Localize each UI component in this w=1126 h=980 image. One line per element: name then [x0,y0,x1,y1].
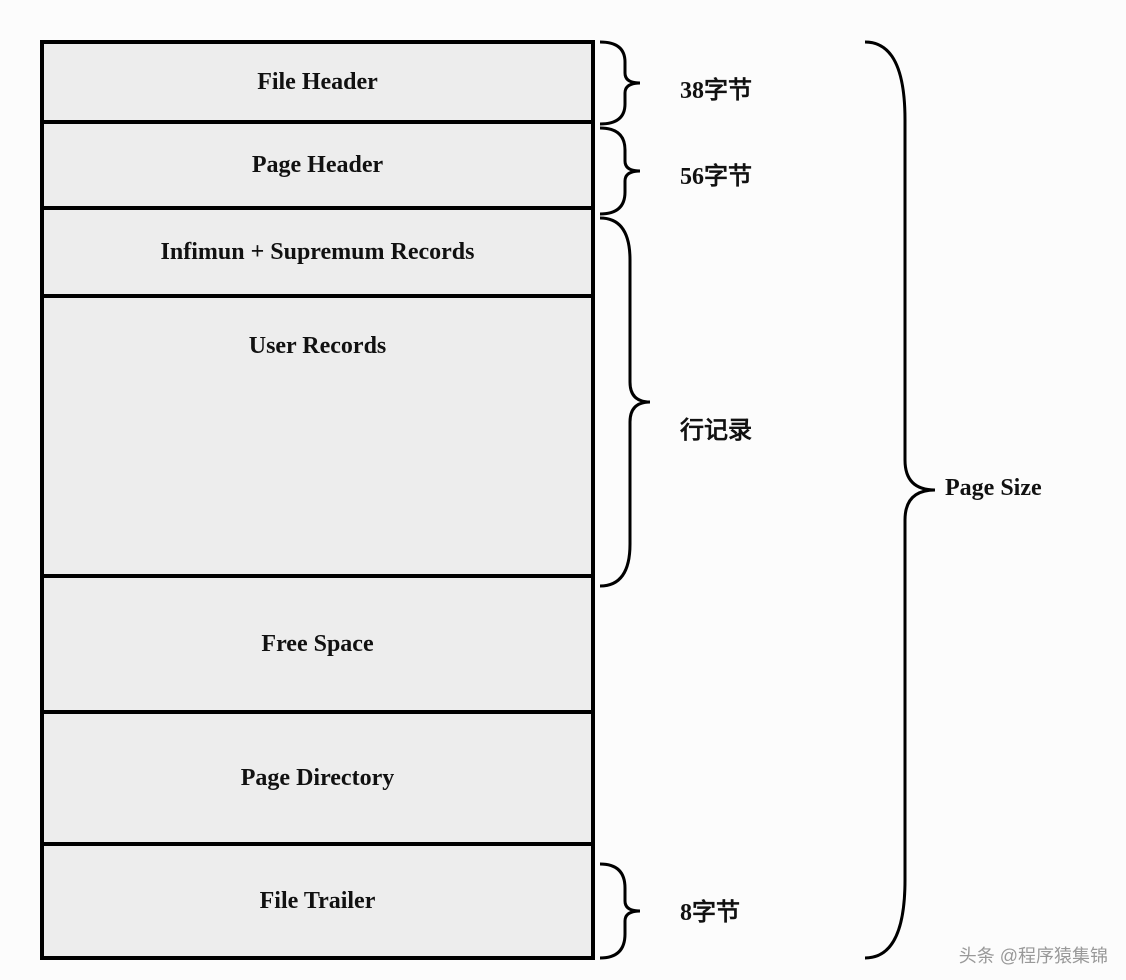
section-label: Page Directory [241,765,394,792]
section-infimun-supremum: Infimun + Supremum Records [44,210,591,298]
page-structure-diagram: File Header Page Header Infimun + Suprem… [40,40,595,960]
annotation-file-trailer-size: 8字节 [680,892,740,927]
section-page-header: Page Header [44,124,591,210]
section-free-space: Free Space [44,578,591,714]
annotation-row-records: 行记录 [680,410,752,445]
section-file-trailer: File Trailer [44,846,591,956]
section-label: File Trailer [260,888,376,915]
section-label: Page Header [252,152,383,179]
watermark-text: 头条 @程序猿集锦 [959,942,1108,968]
section-label: User Records [249,333,387,360]
section-user-records: User Records [44,298,591,578]
annotation-page-header-size: 56字节 [680,156,752,191]
annotation-page-size: Page Size [945,475,1042,502]
section-label: File Header [257,69,378,96]
annotation-file-header-size: 38字节 [680,70,752,105]
section-label: Infimun + Supremum Records [161,239,475,266]
section-label: Free Space [261,631,373,658]
section-page-directory: Page Directory [44,714,591,846]
section-file-header: File Header [44,44,591,124]
